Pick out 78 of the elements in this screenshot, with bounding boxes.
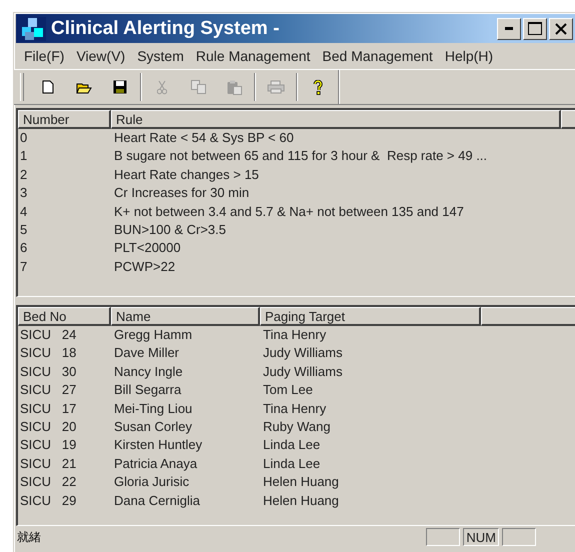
table-cell-text: K+ not between 3.4 and 5.7 & Na+ not between 135 and 147 — [113, 202, 464, 221]
cubes-icon — [20, 16, 46, 40]
table-cell-text: PLT<20000 — [113, 239, 181, 258]
close-icon — [555, 22, 567, 34]
minimize-button[interactable] — [497, 18, 521, 40]
scissors-icon — [157, 80, 167, 94]
column-header[interactable] — [561, 110, 575, 129]
table-cell-text: SICU 27 — [19, 381, 78, 400]
table-cell-text: Susan Corley — [113, 418, 194, 436]
table-cell-text: Tina Henry — [262, 400, 326, 418]
table-cell-text: PCWP>22 — [113, 258, 176, 276]
status-panel — [426, 528, 460, 546]
table-cell-text: Patricia Anaya — [113, 454, 198, 473]
table-cell-text: Cr Increases for 30 min — [113, 184, 250, 202]
table-cell-text: SICU 17 — [19, 400, 78, 418]
table-cell-text: SICU 20 — [19, 418, 78, 436]
table-cell-text: SICU 18 — [19, 344, 78, 362]
table-cell-text: 4 — [19, 202, 28, 221]
table-cell-text: Kirsten Huntley — [113, 436, 204, 454]
table-cell-text: Dave Miller — [113, 344, 180, 362]
table-cell-text: Nancy Ingle — [113, 362, 184, 381]
table-cell-text: Judy Williams — [262, 344, 342, 362]
table-cell-text: Heart Rate changes > 15 — [113, 166, 259, 184]
column-header[interactable]: Name — [111, 307, 260, 326]
table-cell-text: SICU 24 — [19, 326, 78, 344]
window-title: Clinical Alerting System - — [51, 18, 280, 40]
help-icon — [313, 80, 323, 94]
column-header[interactable]: Paging Target — [260, 307, 481, 326]
table-cell-text: Heart Rate < 54 & Sys BP < 60 — [113, 129, 294, 147]
table-cell-text: Helen Huang — [262, 492, 339, 510]
status-panel — [502, 528, 536, 546]
menu-item[interactable]: Bed Management — [316, 48, 439, 64]
table-cell-text: 5 — [19, 220, 28, 239]
printer-icon — [267, 80, 285, 94]
table-cell-text: Linda Lee — [262, 436, 320, 454]
table-cell-text: 3 — [19, 184, 28, 202]
table-cell-text: 1 — [19, 147, 28, 166]
table-cell-text: B sugare not between 65 and 115 for 3 hour & Resp rate > 49 ... — [113, 147, 488, 166]
table-cell-text: Gloria Jurisic — [113, 473, 190, 492]
folder-icon — [76, 80, 92, 94]
menu-item[interactable]: Help(H) — [438, 48, 500, 64]
table-cell-text: Judy Williams — [262, 362, 342, 381]
menu-item[interactable]: Rule Management — [190, 48, 316, 64]
menu-item[interactable]: File(F) — [18, 48, 70, 64]
table-cell-text: SICU 29 — [19, 492, 78, 510]
maximize-button[interactable] — [523, 18, 547, 40]
new-document-icon — [42, 80, 54, 94]
maximize-icon — [528, 22, 542, 35]
column-header[interactable]: Bed No — [18, 307, 111, 326]
table-cell-text: Mei-Ting Liou — [113, 400, 194, 418]
table-cell-text: 0 — [19, 129, 28, 147]
minimize-icon — [505, 27, 513, 30]
clipboard-icon — [226, 80, 242, 94]
table-cell-text: Gregg Hamm — [113, 326, 194, 344]
column-header[interactable]: Number — [18, 110, 111, 129]
status-message: 就緒 — [17, 530, 41, 545]
table-cell-text: Tina Henry — [262, 326, 326, 344]
table-cell-text: Ruby Wang — [262, 418, 330, 436]
table-cell-text: Helen Huang — [262, 473, 339, 492]
table-cell-text: SICU 22 — [19, 473, 78, 492]
table-cell-text: Bill Segarra — [113, 381, 182, 400]
table-cell-text: BUN>100 & Cr>3.5 — [113, 220, 226, 239]
copy-icon — [190, 80, 206, 94]
table-cell-text: Tom Lee — [262, 381, 313, 400]
table-cell-text: Dana Cerniglia — [113, 492, 201, 510]
table-cell-text: 6 — [19, 239, 28, 258]
column-header[interactable]: Rule — [111, 110, 561, 129]
table-cell-text: Linda Lee — [262, 454, 320, 473]
menu-item[interactable]: System — [131, 48, 190, 64]
table-cell-text: SICU 19 — [19, 436, 78, 454]
close-button[interactable] — [549, 18, 573, 40]
table-cell-text: 2 — [19, 166, 28, 184]
menu-item[interactable]: View(V) — [70, 48, 132, 64]
status-indicator: NUM — [463, 528, 499, 546]
table-cell-text: SICU 21 — [19, 454, 78, 473]
table-cell-text: 7 — [19, 258, 28, 276]
table-cell-text: SICU 30 — [19, 362, 78, 381]
column-header[interactable] — [481, 307, 575, 326]
